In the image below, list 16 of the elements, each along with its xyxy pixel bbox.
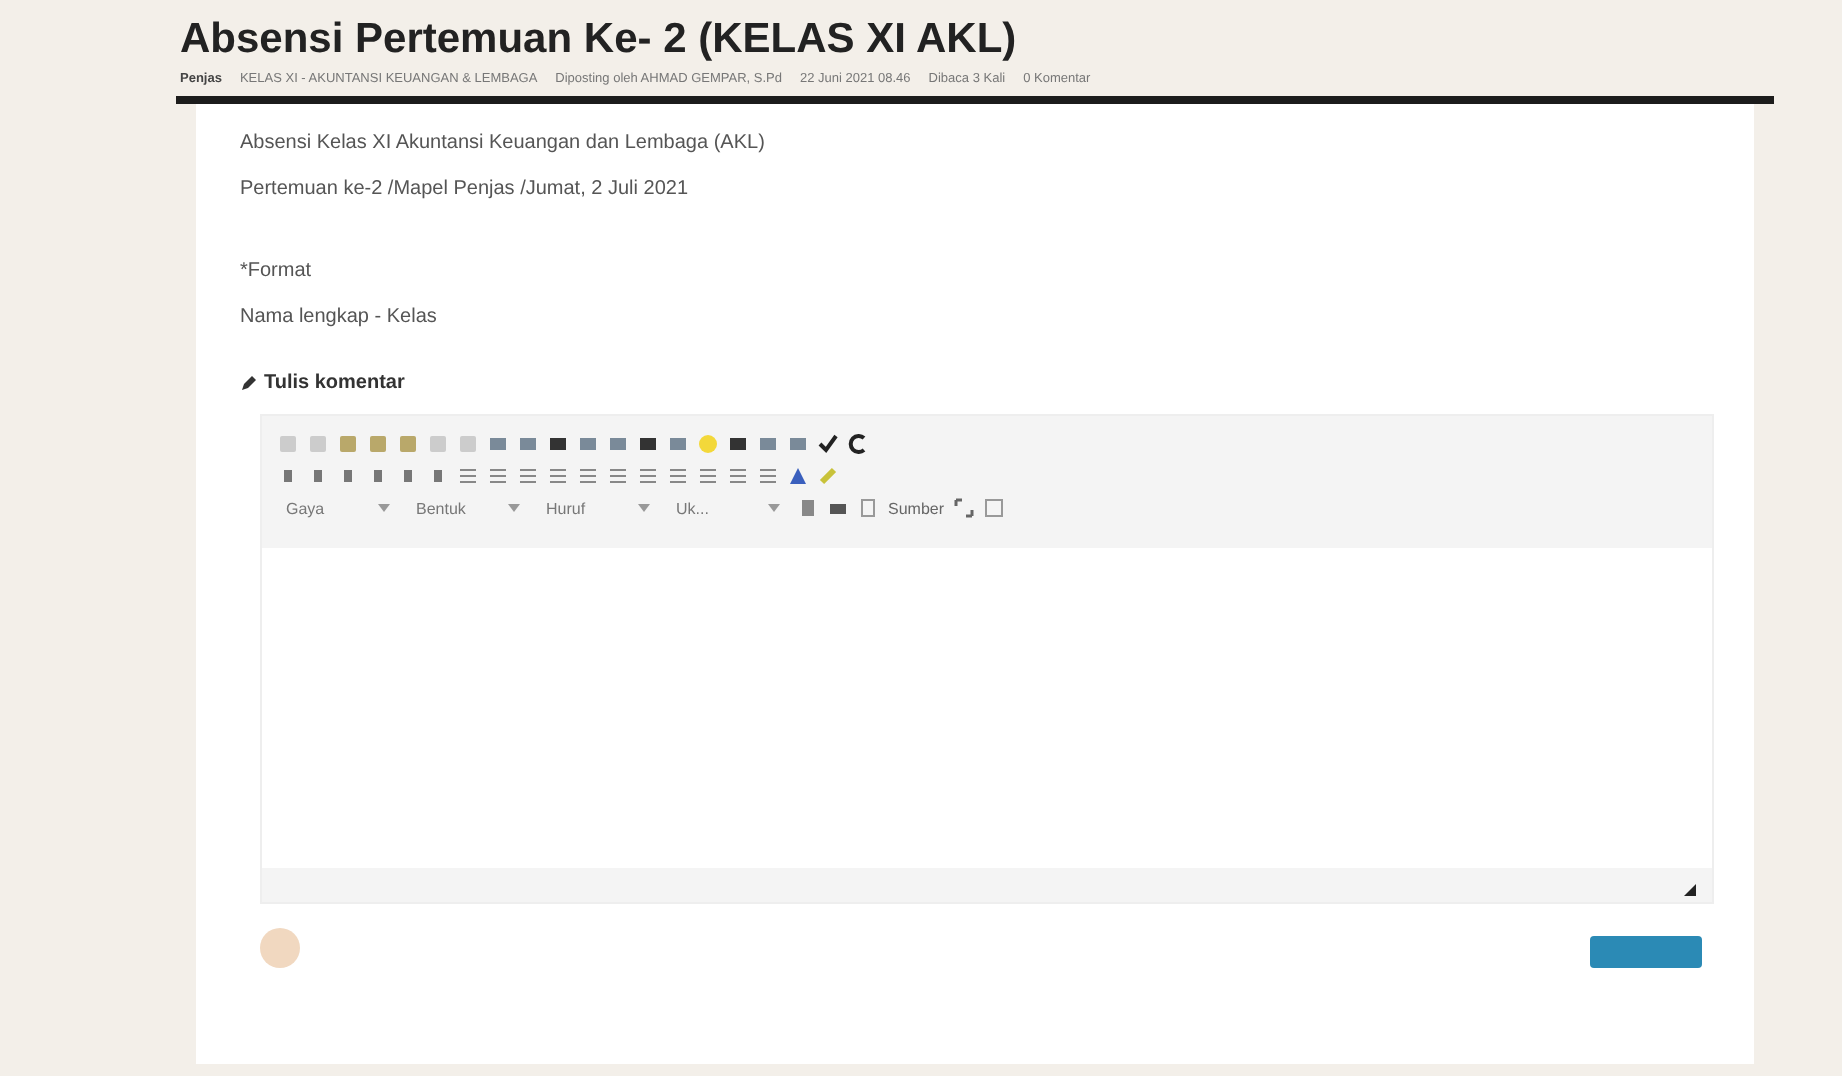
post-text: Pertemuan ke-2 /Mapel Penjas /Jumat, 2 Juli 2021	[240, 178, 691, 200]
caret-icon	[378, 504, 390, 512]
caret-icon	[768, 504, 780, 512]
caret-icon	[508, 504, 520, 512]
post-text: Absensi Kelas XI Akuntansi Keuangan dan Lembaga (AKL)	[240, 132, 767, 154]
caret-icon	[638, 504, 650, 512]
post-title: Absensi Pertemuan Ke- 2 (KELAS XI AKL)	[180, 16, 1019, 64]
post-text: Nama lengkap - Kelas	[240, 306, 439, 328]
avatar	[260, 928, 300, 968]
pencil-icon	[240, 374, 258, 392]
comment-heading: Tulis komentar	[264, 372, 405, 394]
blocks-icon[interactable]	[984, 498, 1005, 518]
maximize-icon[interactable]	[954, 498, 975, 518]
resize-handle-icon[interactable]	[1684, 884, 1696, 896]
source-button[interactable]: Sumber	[888, 499, 945, 517]
post-text: *Format	[240, 260, 314, 282]
